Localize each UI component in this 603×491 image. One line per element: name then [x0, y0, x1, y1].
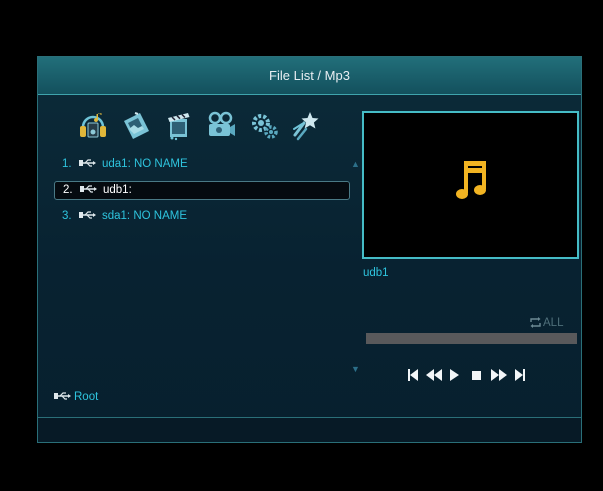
list-item[interactable]: 1. uda1: NO NAME: [54, 155, 350, 174]
scroll-up-arrow-icon[interactable]: ▲: [351, 159, 360, 169]
screen: File List / Mp3 1. uda1: NO NAME 2. udb1…: [0, 0, 603, 491]
music-note-icon: [456, 161, 486, 199]
root-label: Root: [74, 391, 99, 404]
rewind-icon[interactable]: [425, 367, 443, 383]
scroll-down-arrow-icon[interactable]: ▼: [351, 364, 360, 374]
status-bar: [38, 417, 581, 442]
current-device-name: udb1: [363, 267, 389, 279]
file-list-panel: File List / Mp3 1. uda1: NO NAME 2. udb1…: [37, 56, 582, 443]
music-icon[interactable]: [78, 109, 108, 143]
usb-icon: [54, 392, 71, 400]
next-track-icon[interactable]: [514, 367, 526, 383]
movie-icon[interactable]: [164, 109, 194, 143]
usb-icon: [78, 159, 96, 167]
fast-forward-icon[interactable]: [490, 367, 508, 383]
list-item-selected[interactable]: 2. udb1:: [54, 181, 350, 200]
title-bar: File List / Mp3: [38, 57, 581, 95]
list-item-label: udb1:: [103, 184, 132, 196]
preview-box: [362, 111, 579, 259]
usb-icon: [78, 211, 96, 219]
category-icons: [78, 109, 338, 145]
play-icon[interactable]: [449, 367, 460, 383]
repeat-mode[interactable]: ALL: [529, 317, 563, 329]
usb-icon: [79, 185, 97, 193]
photo-icon[interactable]: [121, 109, 151, 143]
repeat-icon: [530, 317, 541, 329]
list-item-label: uda1: NO NAME: [102, 158, 188, 170]
list-item-number: 1.: [62, 158, 72, 170]
camera-icon[interactable]: [206, 109, 236, 143]
list-item[interactable]: 3. sda1: NO NAME: [54, 207, 350, 226]
previous-track-icon[interactable]: [407, 367, 419, 383]
star-icon[interactable]: [292, 109, 322, 143]
repeat-mode-label: ALL: [543, 317, 564, 329]
list-item-number: 3.: [62, 210, 72, 222]
root-button[interactable]: Root: [54, 391, 98, 403]
list-item-number: 2.: [63, 184, 73, 196]
page-title: File List / Mp3: [269, 68, 350, 83]
list-item-label: sda1: NO NAME: [102, 210, 187, 222]
stop-icon[interactable]: [471, 367, 482, 383]
playback-controls: [407, 367, 537, 385]
progress-bar[interactable]: [366, 333, 577, 344]
settings-icon[interactable]: [250, 109, 280, 143]
